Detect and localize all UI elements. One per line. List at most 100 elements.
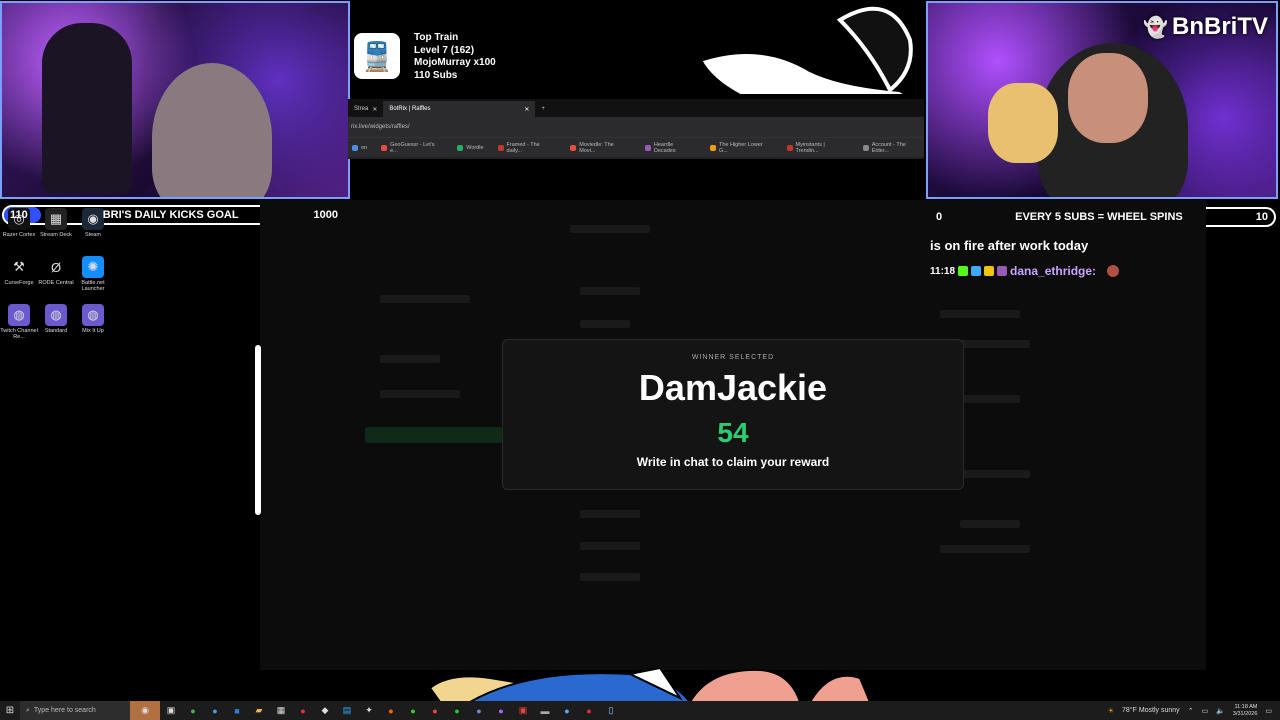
emote-icon (1107, 265, 1120, 277)
bookmark-label: Moviedle: The Movi... (579, 141, 614, 154)
desktop-icon-label: Standard (44, 328, 68, 334)
obs-icon[interactable]: ● (292, 701, 314, 720)
app-icon[interactable]: ● (578, 701, 600, 720)
snapchat-ghost-icon: 👻 (1143, 17, 1168, 39)
mascot-swoosh-decoration (700, 6, 914, 96)
bookmark-item[interactable]: Account - The Elder... (862, 142, 924, 154)
bookmark-label: Myinstants | Trendin... (795, 141, 825, 154)
app-icon[interactable]: ◆ (314, 701, 336, 720)
kicks-goal-target: 1000 (313, 209, 338, 221)
desktop-icon-label: Steam (85, 232, 101, 238)
new-tab-button[interactable]: + (535, 101, 551, 117)
address-bar[interactable]: rix.live/widgets/raffles/ (348, 117, 924, 137)
bookmark-favicon-icon (457, 144, 464, 151)
app-icon[interactable]: ● (490, 701, 512, 720)
taskbar-clock[interactable]: 11:18 AM 3/31/2026 (1233, 704, 1257, 718)
desktop-icon[interactable]: ▦ Stream Deck (37, 208, 75, 238)
discord-icon[interactable]: ● (468, 701, 490, 720)
desktop-icon-label: Battle.net Launcher (81, 280, 105, 292)
close-icon[interactable]: ✕ (372, 106, 377, 113)
desktop-icon[interactable]: ⚒ CurseForge (0, 256, 38, 286)
clock-date: 3/31/2026 (1232, 710, 1258, 717)
url-text: rix.live/widgets/raffles/ (351, 124, 410, 130)
bookmark-item[interactable]: on (352, 144, 367, 151)
curseforge-icon: ⚒ (8, 256, 30, 278)
bookmark-favicon-icon (710, 144, 716, 151)
bookmark-label: Framed - The daily... (506, 141, 540, 154)
desktop-icon-label: Twitch Channel Re... (0, 328, 38, 340)
rode-icon: Ø (45, 256, 67, 278)
streamer-person-left (152, 63, 272, 197)
desktop-icon-label: Mix It Up (82, 328, 104, 334)
winner-modal: WINNER SELECTED DamJackie 54 Write in ch… (502, 339, 964, 490)
bookmark-favicon-icon (786, 144, 793, 151)
system-tray: ☀ 78°F Mostly sunny ⌃ ▭ 🔈 11:18 AM 3/31/… (1108, 704, 1280, 718)
desktop-icon[interactable]: ✺ Battle.net Launcher (74, 256, 112, 292)
chrome-icon[interactable]: ● (424, 701, 446, 720)
bookmark-item[interactable]: Myinstants | Trendin... (786, 141, 849, 154)
bookmark-item[interactable]: GeoGuessr - Let's e... (381, 142, 443, 154)
bookmark-item[interactable]: Wordle (457, 144, 484, 151)
tab-label: BotRix | Raffles (389, 106, 431, 112)
tab-stream[interactable]: Strea ✕ (348, 101, 383, 117)
battlenet-icon: ✺ (82, 256, 104, 278)
firefox-icon[interactable]: ● (380, 701, 402, 720)
app-icon[interactable]: ● (556, 701, 578, 720)
train-title: Top Train (414, 32, 459, 43)
weather-text[interactable]: 78°F Mostly sunny (1122, 707, 1180, 714)
backdrop-row (940, 545, 1030, 553)
task-view-icon[interactable]: ▣ (160, 701, 182, 720)
bookmark-item[interactable]: Moviedle: The Movi... (570, 142, 631, 154)
train-info: Top Train Level 7 (162) MojoMurray x100 … (414, 32, 496, 82)
edge-icon[interactable]: ● (204, 701, 226, 720)
desktop-icon[interactable]: ◍ Standard (37, 304, 75, 334)
desktop-icon[interactable]: ◍ Mix It Up (74, 304, 112, 334)
twitch-fingerprint-icon: ◍ (8, 304, 30, 326)
desktop-icon[interactable]: Ø RODE Central (37, 256, 75, 286)
backdrop-row (580, 573, 640, 581)
backdrop-row (580, 510, 640, 518)
outlook-icon[interactable]: ■ (226, 701, 248, 720)
close-icon[interactable]: ✕ (524, 106, 529, 113)
search-placeholder: Type here to search (33, 707, 96, 714)
mascot-character-decoration (430, 668, 870, 702)
winner-caption: WINNER SELECTED (691, 354, 775, 361)
app-icon[interactable]: ✦ (358, 701, 380, 720)
app-icon[interactable]: ▬ (534, 701, 556, 720)
chevron-up-icon[interactable]: ⌃ (1188, 707, 1194, 715)
file-explorer-icon[interactable]: ▰ (248, 701, 270, 720)
app-icon[interactable]: ● (446, 701, 468, 720)
desktop-icon[interactable]: ◍ Twitch Channel Re... (0, 304, 38, 340)
streamer-name-text: BnBriTV (1172, 13, 1268, 40)
bookmark-item[interactable]: Heardle Decades (644, 142, 696, 154)
chat-username[interactable]: dana_ethridge: (1010, 264, 1096, 278)
weather-icon[interactable]: ☀ (1108, 707, 1114, 715)
notepad-icon[interactable]: ▯ (600, 701, 622, 720)
taskbar-widget-icon[interactable]: ◉ (130, 701, 160, 720)
tab-botrix-raffles[interactable]: BotRix | Raffles ✕ (383, 101, 536, 117)
stream-deck-taskbar-icon[interactable]: ▦ (270, 701, 292, 720)
backdrop-row (580, 542, 640, 550)
chat-message-2: 11:18 dana_ethridge: (930, 264, 1120, 278)
stream-deck-icon: ▦ (45, 208, 67, 230)
kick-badge-icon (958, 266, 969, 276)
chrome-icon[interactable]: ● (182, 701, 204, 720)
bookmark-item[interactable]: The Higher Lower G... (710, 142, 773, 154)
bookmark-favicon-icon (381, 144, 388, 151)
taskbar-search[interactable]: ⌕ Type here to search (20, 701, 130, 720)
app-icon[interactable]: ▣ (512, 701, 534, 720)
chrome-icon[interactable]: ● (402, 701, 424, 720)
chat-message-1: is on fire after work today (930, 238, 1089, 253)
windows-start-icon[interactable]: ⊞ (0, 705, 20, 716)
bookmark-favicon-icon (862, 144, 869, 151)
notification-icon[interactable]: ▭ (1265, 707, 1272, 715)
twitch-fingerprint-icon: ◍ (82, 304, 104, 326)
desktop-icon-label: RODE Central (38, 280, 74, 286)
volume-icon[interactable]: 🔈 (1216, 707, 1225, 715)
subs-goal-current: 0 (936, 211, 943, 223)
search-icon: ⌕ (26, 706, 30, 714)
network-icon[interactable]: ▭ (1202, 707, 1209, 715)
bookmark-item[interactable]: Framed - The daily... (497, 141, 557, 154)
app-icon[interactable]: ▤ (336, 701, 358, 720)
winner-number: 54 (717, 417, 749, 448)
